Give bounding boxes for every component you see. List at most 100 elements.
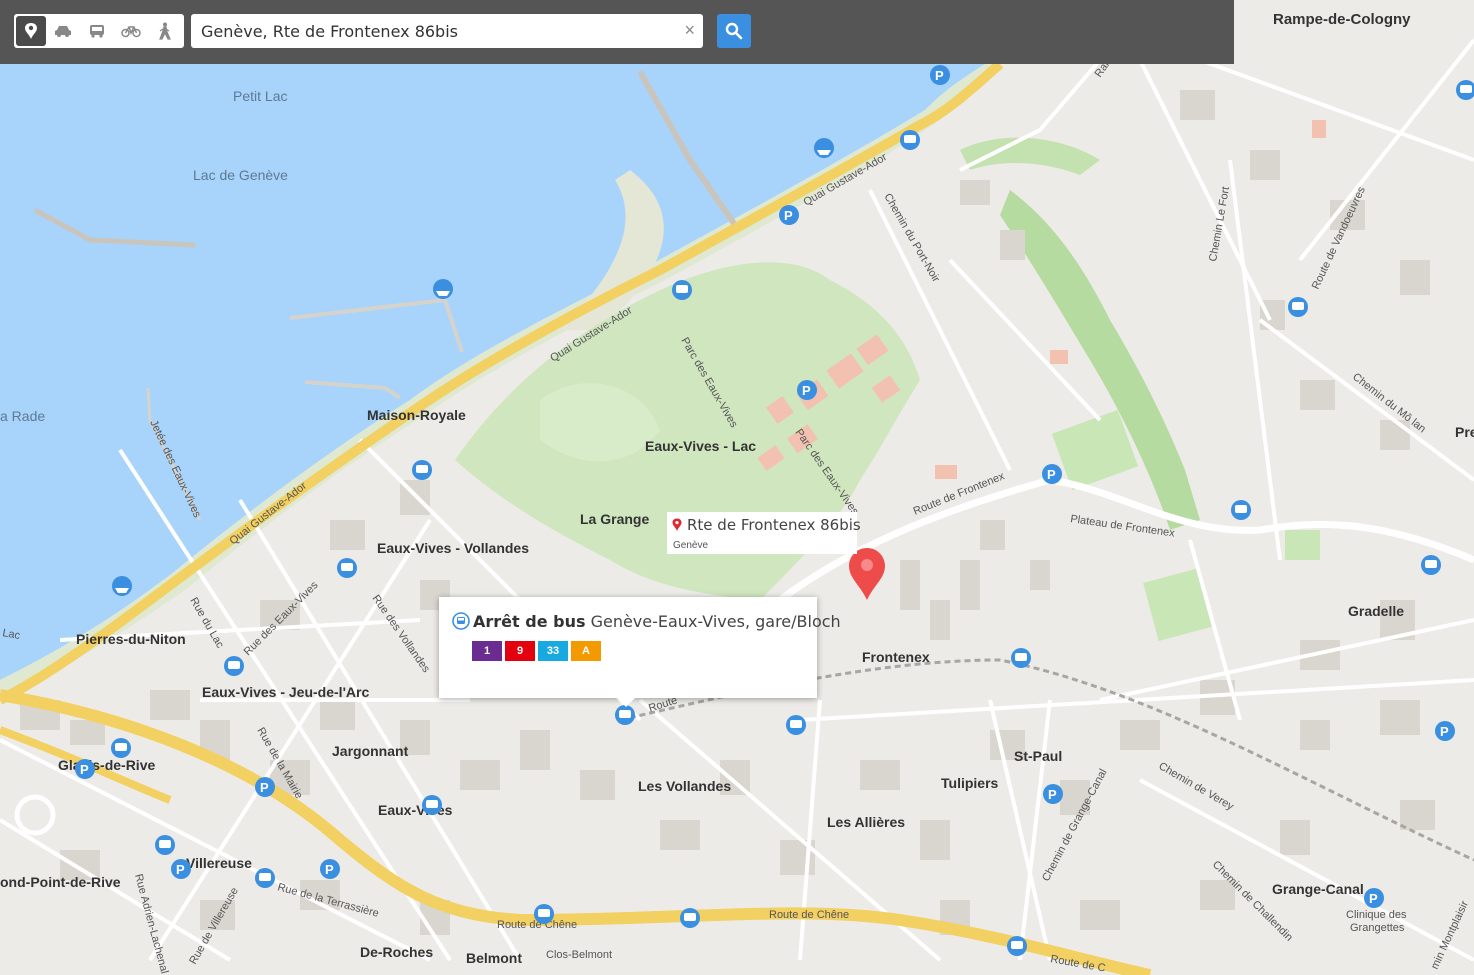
bus-stop-icon[interactable]: [1011, 648, 1031, 668]
parking-icon[interactable]: P: [797, 380, 817, 400]
label-grange-canal: Grange-Canal: [1272, 881, 1364, 897]
parking-icon[interactable]: P: [1043, 784, 1063, 804]
label-clos-belmont: Clos-Belmont: [546, 949, 612, 961]
parking-icon[interactable]: P: [779, 205, 799, 225]
parking-icon[interactable]: P: [171, 859, 191, 879]
parking-icon[interactable]: P: [1042, 464, 1062, 484]
search-box: ×: [191, 14, 703, 48]
marker-icon: [25, 23, 37, 39]
popup-type: Arrêt de bus: [473, 612, 586, 631]
line-badge[interactable]: 1: [472, 641, 502, 661]
bus-stop-icon[interactable]: [412, 460, 432, 480]
svg-text:P: P: [325, 862, 334, 877]
selected-place-name: Rte de Frontenex 86bis: [687, 516, 861, 534]
bus-stop-icon[interactable]: [337, 558, 357, 578]
street-chene-1: Route de Chêne: [769, 909, 849, 921]
label-ev-vollandes: Eaux-Vives - Vollandes: [377, 540, 529, 556]
label-pierres: Pierres-du-Niton: [76, 631, 186, 647]
parking-icon[interactable]: P: [255, 777, 275, 797]
bus-stop-popup: Arrêt de bus Genève-Eaux-Vives, gare/Blo…: [439, 597, 841, 707]
svg-text:P: P: [935, 68, 944, 83]
bus-icon: [90, 25, 104, 38]
clear-search-button[interactable]: ×: [684, 20, 695, 41]
bus-stop-icon[interactable]: [1231, 500, 1251, 520]
marker-mode-button[interactable]: [16, 16, 46, 46]
parking-icon[interactable]: P: [75, 759, 95, 779]
bus-stop-icon[interactable]: [255, 868, 275, 888]
bus-stop-icon[interactable]: [680, 908, 700, 928]
svg-text:P: P: [802, 383, 811, 398]
bus-stop-icon[interactable]: [786, 715, 806, 735]
walk-mode-button[interactable]: [148, 14, 182, 48]
selected-place-label[interactable]: Rte de Frontenex 86bis Genève: [667, 512, 861, 554]
label-gradelle: Gradelle: [1348, 603, 1404, 619]
bus-stop-icon[interactable]: [155, 835, 175, 855]
line-badge[interactable]: 33: [538, 641, 568, 661]
pin-small-icon: [672, 518, 682, 531]
svg-text:P: P: [784, 208, 793, 223]
line-badge[interactable]: A: [571, 641, 601, 661]
car-mode-button[interactable]: [46, 14, 80, 48]
boat-stop-icon[interactable]: [814, 138, 834, 158]
label-grangettes: Grangettes: [1350, 922, 1405, 934]
svg-text:P: P: [80, 762, 89, 777]
parking-icon[interactable]: P: [930, 65, 950, 85]
label-petit-lac: Petit Lac: [233, 88, 287, 104]
toolbar: ×: [0, 0, 1234, 64]
label-frontenex: Frontenex: [862, 649, 930, 665]
label-belmont: Belmont: [466, 950, 522, 966]
bike-icon: [121, 26, 141, 38]
svg-text:P: P: [1048, 787, 1057, 802]
bus-stop-icon[interactable]: [900, 130, 920, 150]
popup-stop-name: Genève-Eaux-Vives, gare/Bloch: [590, 612, 841, 631]
bus-stop-icon[interactable]: [111, 738, 131, 758]
bus-stop-icon[interactable]: [1007, 936, 1027, 956]
label-maison-royale: Maison-Royale: [367, 407, 466, 423]
boat-stop-icon[interactable]: [433, 279, 453, 299]
map-canvas[interactable]: Rampe-de-Cologny Petit Lac Lac de Genève…: [0, 0, 1474, 975]
transit-mode-button[interactable]: [80, 14, 114, 48]
label-jargonnant: Jargonnant: [332, 743, 409, 759]
label-allieres: Les Allières: [827, 814, 905, 830]
svg-text:P: P: [1440, 724, 1449, 739]
selected-place-city: Genève: [673, 540, 709, 551]
walk-icon: [159, 22, 171, 40]
svg-text:P: P: [260, 780, 269, 795]
parking-icon[interactable]: P: [1364, 888, 1384, 908]
svg-text:P: P: [1047, 467, 1056, 482]
search-input[interactable]: [191, 14, 671, 48]
label-rade: a Rade: [0, 408, 45, 424]
label-st-paul: St-Paul: [1014, 748, 1062, 764]
park-small: [1285, 530, 1320, 560]
label-ev-lac: Eaux-Vives - Lac: [645, 438, 756, 454]
bus-lines: 1 9 33 A: [472, 641, 601, 661]
svg-text:P: P: [1369, 891, 1378, 906]
bus-stop-icon[interactable]: [1288, 297, 1308, 317]
label-pre: Pre: [1455, 424, 1474, 440]
label-villereuse: Villereuse: [186, 855, 252, 871]
bus-stop-icon[interactable]: [534, 904, 554, 924]
bus-stop-icon: [452, 612, 470, 630]
popup-title: Arrêt de bus Genève-Eaux-Vives, gare/Blo…: [473, 612, 841, 631]
bus-stop-icon[interactable]: [672, 280, 692, 300]
label-ev-jeu: Eaux-Vives - Jeu-de-l'Arc: [202, 684, 369, 700]
label-de-roches: De-Roches: [360, 944, 433, 960]
label-rampe: Rampe-de-Cologny: [1273, 11, 1411, 28]
bus-stop-icon[interactable]: [422, 795, 442, 815]
parking-icon[interactable]: P: [1435, 721, 1455, 741]
search-button[interactable]: [717, 14, 751, 48]
bus-stop-icon[interactable]: [224, 656, 244, 676]
label-clinique: Clinique des: [1346, 909, 1407, 921]
parking-icon[interactable]: P: [320, 859, 340, 879]
bus-stop-icon[interactable]: [615, 705, 635, 725]
bus-stop-icon[interactable]: [1421, 555, 1441, 575]
search-icon: [725, 22, 743, 40]
label-les-vollandes: Les Vollandes: [638, 778, 731, 794]
boat-stop-icon[interactable]: [112, 576, 132, 596]
label-lac: Lac de Genève: [193, 167, 288, 183]
travel-mode-selector: [14, 14, 184, 48]
bike-mode-button[interactable]: [114, 14, 148, 48]
line-badge[interactable]: 9: [505, 641, 535, 661]
label-glacis: Glacis-de-Rive: [58, 757, 155, 773]
svg-text:P: P: [176, 862, 185, 877]
